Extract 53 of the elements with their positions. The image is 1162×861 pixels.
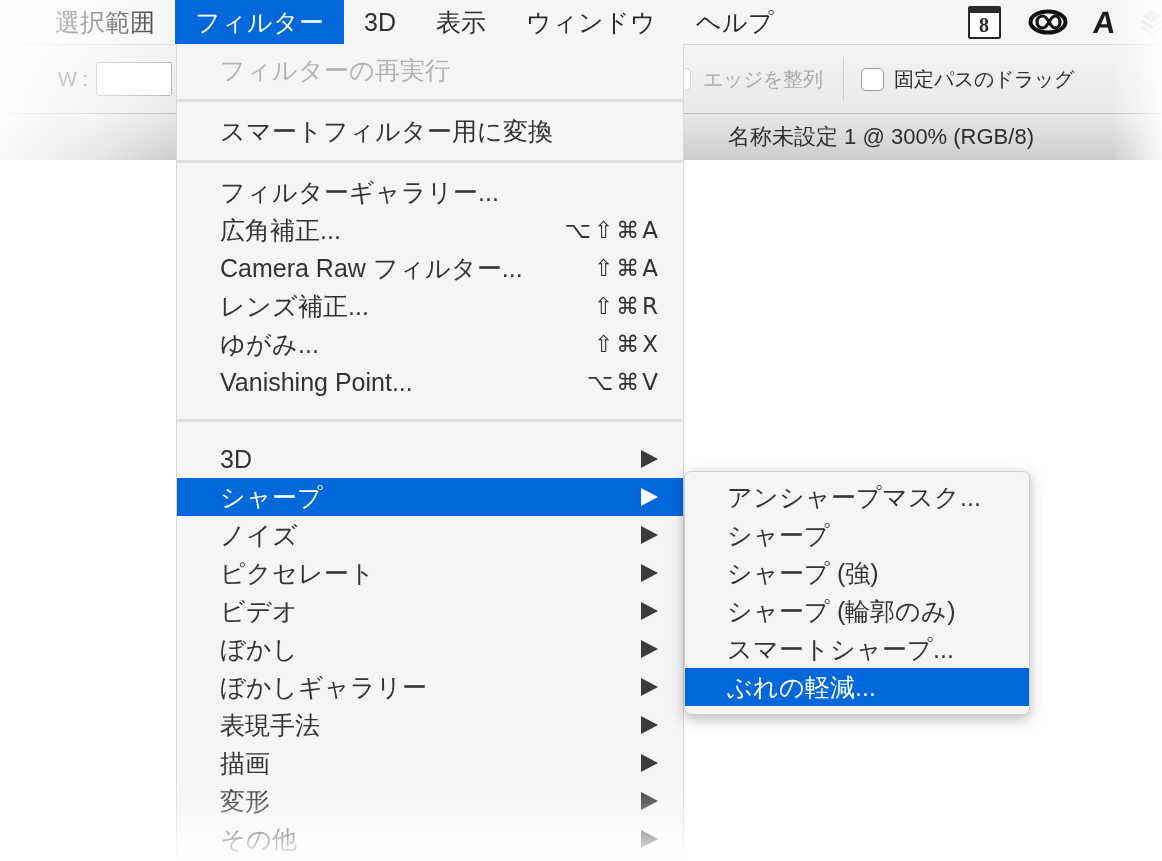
keyboard-shortcut: ⌥⇧⌘A [564,218,661,242]
submenu-arrow-icon [639,753,659,773]
checkbox-label: 固定パスのドラッグ [894,69,1074,89]
submenu-arrow-icon [639,715,659,735]
menu-item[interactable]: シャープ [685,516,1029,554]
submenu-arrow-icon [639,449,659,469]
submenu-arrow-icon [639,829,659,849]
loop-icon[interactable] [1027,9,1068,35]
checkbox-label: エッジを整列 [703,69,823,89]
calendar-icon[interactable]: 8 [967,5,1001,39]
menu-bar-item[interactable]: 3D [344,0,416,44]
menu-bar-item[interactable]: 選択範囲 [35,0,175,44]
menu-item[interactable]: アンシャープマスク... [685,478,1029,516]
menu-bar-item[interactable]: 表示 [415,0,506,44]
menu-item[interactable]: ぼかしギャラリー [177,668,683,706]
menu-item[interactable]: 変形 [177,782,683,820]
menu-bar-item[interactable]: ヘルプ [675,0,794,44]
menu-item[interactable]: ぼかし [177,630,683,668]
menu-bar-item[interactable]: フィルター [175,0,344,44]
menu-item[interactable]: ピクセレート [177,554,683,592]
keyboard-shortcut: ⌥⌘V [586,370,661,394]
submenu-arrow-icon [639,563,659,583]
submenu-arrow-icon [639,525,659,545]
checkbox[interactable] [861,67,884,91]
menu-item[interactable]: ビデオ [177,592,683,630]
submenu-arrow-icon [639,601,659,621]
menu-item[interactable]: スマートフィルター用に変換 [177,112,683,150]
menu-item[interactable]: 表現手法 [177,706,683,744]
menu-bar-item[interactable]: ウィンドウ [505,0,676,44]
menu-item[interactable]: Vanishing Point... ⌥⌘V [177,363,683,401]
menu-item[interactable]: シャープ [177,478,683,516]
submenu-arrow-icon [639,639,659,659]
menu-item[interactable]: シャープ (輪郭のみ) [685,592,1029,630]
menu-item[interactable]: ノイズ [177,516,683,554]
input-field[interactable] [96,62,172,96]
menu-item[interactable]: スマートシャープ... [685,630,1029,668]
menu-item[interactable]: レンズ補正... ⇧⌘R [177,287,683,325]
menu-item[interactable]: 広角補正... ⌥⇧⌘A [177,211,683,249]
submenu-arrow-icon [639,487,659,507]
menu-item[interactable]: ぶれの軽減... [685,668,1029,706]
menu-item[interactable]: ゆがみ... ⇧⌘X [177,325,683,363]
menu-item[interactable]: Camera Raw フィルター... ⇧⌘A [177,249,683,287]
menu-item[interactable]: 3D [177,440,683,478]
menu-item[interactable]: フィルターギャラリー... [177,173,683,211]
keyboard-shortcut: ⇧⌘R [593,294,661,318]
keyboard-shortcut: ⇧⌘A [594,256,661,280]
document-title: 名称未設定 1 @ 300% (RGB/8) [728,126,1034,148]
letter-a-icon[interactable]: A [1091,6,1117,38]
menu-item[interactable]: 描画 [177,744,683,782]
submenu-arrow-icon [639,791,659,811]
menu-item[interactable]: シャープ (強) [685,554,1029,592]
submenu-arrow-icon [639,677,659,697]
keyboard-shortcut: ⇧⌘X [593,332,661,356]
